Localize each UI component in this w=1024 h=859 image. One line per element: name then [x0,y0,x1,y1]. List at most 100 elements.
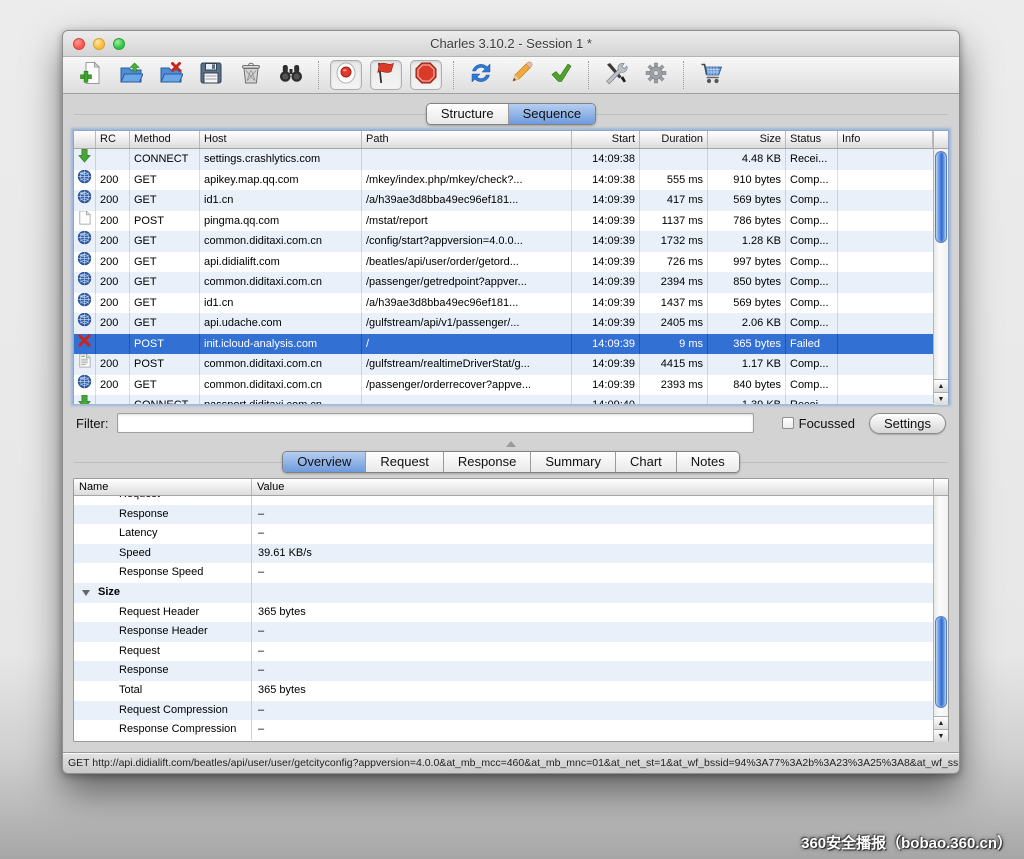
detail-row[interactable]: Response Speed– [74,563,933,583]
cell-status: Comp... [786,375,838,396]
settings-button[interactable]: Settings [869,413,946,434]
column-header-host[interactable]: Host [200,131,362,148]
column-header-start[interactable]: Start [572,131,640,148]
cell-host: common.diditaxi.com.cn [200,375,362,396]
toolbar-tools-button[interactable] [600,60,632,90]
tab-request[interactable]: Request [365,452,442,472]
cell-info [838,231,948,252]
toolbar-refresh-button[interactable] [465,60,497,90]
cell-start: 14:09:39 [572,354,640,375]
column-header-duration[interactable]: Duration [640,131,708,148]
detail-row[interactable]: Response– [74,505,933,525]
detail-row[interactable]: Request Compression– [74,701,933,721]
zoom-button[interactable] [113,38,125,50]
tab-chart[interactable]: Chart [615,452,676,472]
table-row[interactable]: 200GETcommon.diditaxi.com.cn/passenger/o… [74,375,948,396]
scrollbar-track[interactable] [934,496,948,716]
table-row[interactable]: 200GETcommon.diditaxi.com.cn/config/star… [74,231,948,252]
detail-row[interactable]: Response– [74,661,933,681]
cell-duration: 1137 ms [640,211,708,232]
tab-sequence[interactable]: Sequence [508,104,596,124]
tab-summary[interactable]: Summary [530,452,615,472]
tab-response[interactable]: Response [443,452,531,472]
toolbar-breakpoints-button[interactable] [370,60,402,90]
toolbar-record-button[interactable] [330,60,362,90]
toolbar-find-button[interactable] [275,60,307,90]
table-row[interactable]: 200GETapikey.map.qq.com/mkey/index.php/m… [74,170,948,191]
watermark: 360安全播报（bobao.360.cn） [801,832,1012,853]
detail-row[interactable]: Total365 bytes [74,681,933,701]
scroll-up-button[interactable]: ▲ [934,716,948,729]
stop-icon [414,61,438,90]
minimize-button[interactable] [93,38,105,50]
overview-table-header: Name Value [74,479,948,496]
toolbar-shopping-cart-button[interactable] [695,60,727,90]
table-row[interactable]: CONNECTsettings.crashlytics.com14:09:384… [74,149,948,170]
table-row[interactable]: POSTinit.icloud-analysis.com/14:09:399 m… [74,334,948,355]
scroll-down-button[interactable]: ▼ [934,729,948,742]
requests-scrollbar[interactable]: ▲ ▼ [933,131,948,403]
focussed-checkbox[interactable] [782,417,794,429]
detail-row[interactable]: Request– [74,642,933,662]
tab-structure[interactable]: Structure [427,104,508,124]
column-header-rc[interactable]: RC [96,131,130,148]
toolbar-settings-button[interactable] [640,60,672,90]
detail-row[interactable]: Response Header– [74,622,933,642]
traffic-lights [73,38,125,50]
window-titlebar[interactable]: Charles 3.10.2 - Session 1 * [63,31,959,57]
detail-row[interactable]: Response Compression– [74,720,933,740]
toolbar-open-session-button[interactable] [115,60,147,90]
table-row[interactable]: CONNECTpassport.diditaxi.com.cn14:09:401… [74,395,948,404]
cell-status: Comp... [786,170,838,191]
find-icon [279,61,303,90]
cell-status: Comp... [786,231,838,252]
scroll-down-button[interactable]: ▼ [934,392,948,405]
splitter-handle[interactable] [506,441,516,447]
cell-host: common.diditaxi.com.cn [200,354,362,375]
column-header-status[interactable]: Status [786,131,838,148]
tab-overview[interactable]: Overview [283,452,365,472]
column-header-method[interactable]: Method [130,131,200,148]
group-row[interactable]: Size [74,583,933,603]
toolbar-save-session-button[interactable] [195,60,227,90]
table-row[interactable]: 200GETid1.cn/a/h39ae3d8bba49ec96ef181...… [74,190,948,211]
toolbar-clear-session-button[interactable] [235,60,267,90]
cell-size: 786 bytes [708,211,786,232]
cell-duration: 2405 ms [640,313,708,334]
table-row[interactable]: 200GETcommon.diditaxi.com.cn/passenger/g… [74,272,948,293]
table-row[interactable]: 200POSTcommon.diditaxi.com.cn/gulfstream… [74,354,948,375]
column-header-info[interactable]: Info [838,131,933,148]
detail-row[interactable]: Speed39.61 KB/s [74,544,933,564]
cell-status: Comp... [786,293,838,314]
toolbar-edit-button[interactable] [505,60,537,90]
detail-row[interactable]: Request Header365 bytes [74,603,933,623]
toolbar-new-session-button[interactable] [75,60,107,90]
tab-notes[interactable]: Notes [676,452,739,472]
close-button[interactable] [73,38,85,50]
collapse-triangle-icon[interactable] [82,590,90,596]
cell-path: / [362,334,572,355]
detail-row[interactable]: Latency– [74,524,933,544]
table-row[interactable]: 200GETapi.udache.com/gulfstream/api/v1/p… [74,313,948,334]
cell-size: 850 bytes [708,272,786,293]
scrollbar-thumb[interactable] [935,151,947,243]
column-header-icon[interactable] [74,131,96,148]
cell-status: Failed [786,334,838,355]
table-row[interactable]: 200POSTpingma.qq.com/mstat/report14:09:3… [74,211,948,232]
filter-input[interactable] [117,413,754,433]
cell-duration [640,149,708,170]
scrollbar-track[interactable] [934,149,948,379]
globe-icon [77,313,92,334]
toolbar-validate-button[interactable] [545,60,577,90]
toolbar-stop-button[interactable] [410,60,442,90]
toolbar-close-session-button[interactable] [155,60,187,90]
overview-scrollbar[interactable]: ▲ ▼ [933,479,948,741]
table-row[interactable]: 200GETapi.didialift.com/beatles/api/user… [74,252,948,273]
column-header-path[interactable]: Path [362,131,572,148]
table-row[interactable]: 200GETid1.cn/a/h39ae3d8bba49ec96ef181...… [74,293,948,314]
cell-host: pingma.qq.com [200,211,362,232]
scroll-up-button[interactable]: ▲ [934,379,948,392]
column-header-size[interactable]: Size [708,131,786,148]
detail-row[interactable]: Request– [74,496,933,505]
scrollbar-thumb[interactable] [935,616,947,708]
